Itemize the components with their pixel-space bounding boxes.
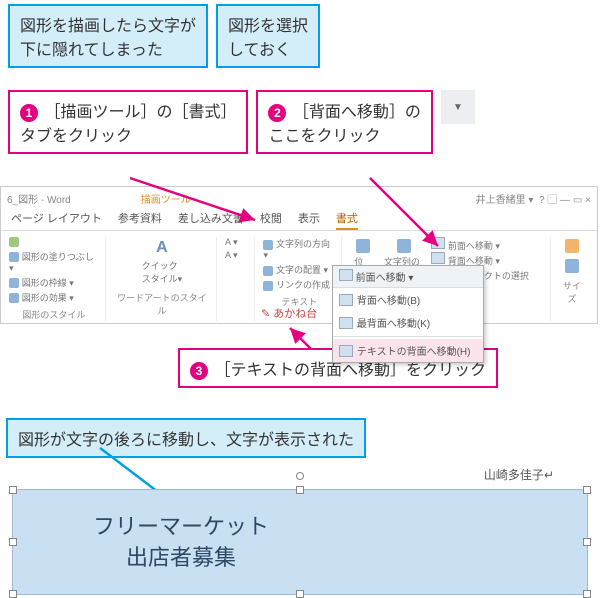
send-backward-menu: 前面へ移動 ▾ 背面へ移動(B) 最背面へ移動(K) テキストの背面へ移動(H) — [332, 265, 484, 363]
menu-send-backward[interactable]: 背面へ移動(B) — [333, 288, 483, 311]
tab-view[interactable]: 表示 — [298, 208, 320, 230]
shape-effects[interactable]: 図形の効果 ▾ — [22, 293, 74, 303]
window-controls[interactable]: ? ▢ — ▭ × — [539, 195, 591, 206]
pen-icon: ✎ — [261, 308, 270, 320]
menu-header: 前面へ移動 ▾ — [333, 266, 483, 288]
bring-forward[interactable]: 前面へ移動 ▾ — [431, 237, 544, 252]
sidebar-dropdown-button[interactable]: ▼ — [441, 90, 475, 124]
tab-mailings[interactable]: 差し込み文書 — [178, 208, 244, 230]
shape-overlay-text: フリーマーケット 出店者募集 — [93, 512, 269, 574]
text-align-icon — [263, 266, 273, 276]
tab-page-layout[interactable]: ページ レイアウト — [11, 208, 102, 230]
wrap-icon — [397, 239, 411, 253]
chevron-down-icon: ▼ — [453, 102, 463, 113]
quick-styles-button[interactable]: A クイック スタイル▾ — [114, 237, 210, 287]
ribbon-tab-row: ページ レイアウト 参考資料 差し込み文書 校閲 表示 書式 — [1, 206, 597, 231]
tab-references[interactable]: 参考資料 — [118, 208, 162, 230]
step-number-3: 3 — [190, 362, 208, 380]
group-wordart: A クイック スタイル▾ ワードアートのスタイル — [112, 237, 217, 321]
wordart-fill[interactable]: A ▾ — [225, 237, 248, 248]
group-shape-styles: 図形の塗りつぶし ▾ 図形の枠線 ▾ 図形の効果 ▾ 図形のスタイル — [7, 237, 106, 321]
window-title: 6_図形 - Word — [7, 191, 71, 206]
group-misc: サイズ — [557, 237, 591, 321]
shape-outline[interactable]: 図形の枠線 ▾ — [22, 278, 74, 288]
group-icon[interactable] — [565, 259, 579, 273]
callout-step1: 1 ［描画ツール］の［書式］ タブをクリック — [8, 90, 248, 154]
contextual-tool-label: 描画ツール — [141, 191, 191, 206]
callout-step2: 2 ［背面へ移動］の ここをクリック — [256, 90, 432, 154]
shape-thumb-icon — [9, 237, 19, 247]
text-direction[interactable]: 文字列の方向 ▾ — [263, 237, 335, 261]
bring-forward-icon — [431, 237, 445, 249]
ribbon: 6_図形 - Word 描画ツール 井上香緒里 ▾ ? ▢ — ▭ × ページ … — [0, 186, 598, 324]
callout-prep: 図形を選択 しておく — [216, 4, 320, 68]
position-icon — [356, 239, 370, 253]
document-author: 山崎多佳子↵ — [6, 466, 554, 483]
outline-icon — [9, 278, 19, 288]
align-icon[interactable] — [565, 239, 579, 253]
wordart-outline[interactable]: A ▾ — [225, 250, 248, 261]
text-dir-icon — [263, 240, 273, 250]
text-align[interactable]: 文字の配置 ▾ — [263, 263, 335, 276]
tab-format[interactable]: 書式 — [336, 208, 358, 230]
selected-shape[interactable]: フリーマーケット 出店者募集 — [12, 489, 588, 595]
create-link[interactable]: リンクの作成 — [263, 278, 335, 291]
step-number-1: 1 — [20, 104, 38, 122]
bucket-icon — [9, 252, 19, 262]
menu-send-to-back[interactable]: 最背面へ移動(K) — [333, 311, 483, 334]
group-caption-size: サイズ — [559, 279, 585, 305]
callout-problem: 図形を描画したら文字が 下に隠れてしまった — [8, 4, 208, 68]
callout-result: 図形が文字の後ろに移動し、文字が表示された — [6, 418, 366, 458]
pen-label: あかね台 — [273, 308, 317, 320]
effects-icon — [9, 293, 19, 303]
tab-review[interactable]: 校閲 — [260, 208, 282, 230]
shape-fill[interactable]: 図形の塗りつぶし ▾ — [9, 252, 94, 273]
user-name[interactable]: 井上香緒里 ▾ — [476, 195, 534, 206]
group-arrange: 位置 文字列の 折り返し▾ 前面へ移動 ▾ 背面へ移動 ▾ オブジェクトの選択と… — [348, 237, 551, 321]
group-caption-wordart: ワードアートのスタイル — [114, 291, 210, 317]
link-icon — [263, 281, 273, 291]
menu-behind-text[interactable]: テキストの背面へ移動(H) — [333, 339, 483, 362]
group-caption-shape: 図形のスタイル — [9, 308, 99, 321]
send-backward-icon — [431, 252, 445, 264]
step-number-2: 2 — [268, 104, 286, 122]
